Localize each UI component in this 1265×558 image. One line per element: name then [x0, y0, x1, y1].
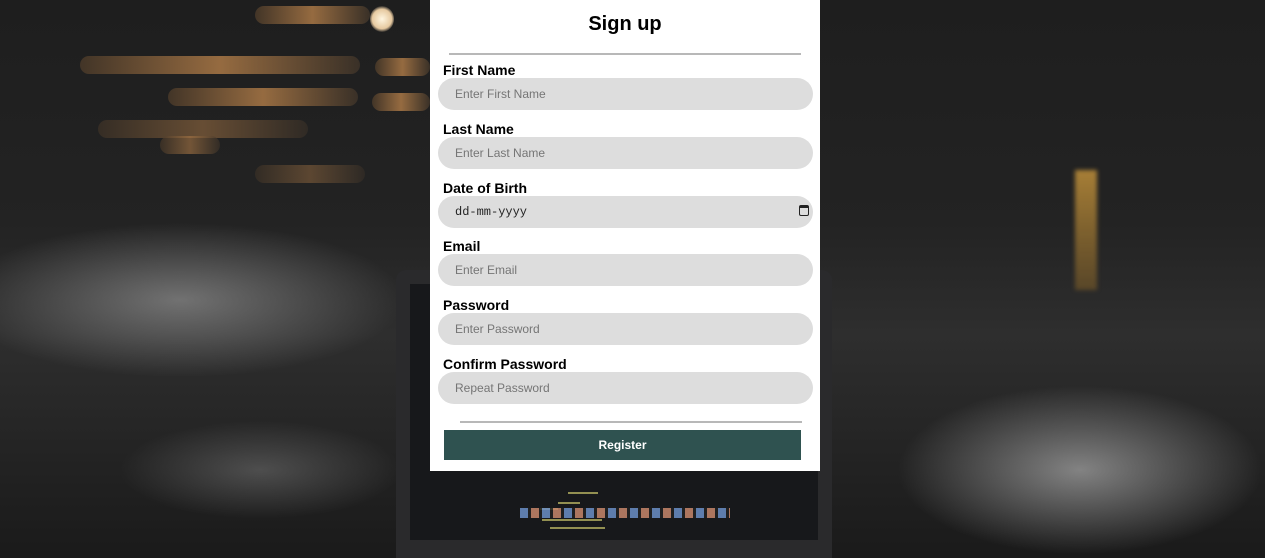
password-input[interactable]: Enter Password	[438, 313, 813, 345]
date-of-birth-input[interactable]: dd-mm-yyyy	[438, 196, 813, 228]
first-name-input[interactable]: Enter First Name	[438, 78, 813, 110]
top-divider	[449, 53, 801, 55]
date-placeholder: dd-mm-yyyy	[455, 205, 528, 219]
form-title: Sign up	[588, 13, 662, 35]
first-name-label: First Name	[443, 62, 516, 78]
email-label: Email	[443, 238, 481, 254]
email-input[interactable]: Enter Email	[438, 254, 813, 286]
bottom-divider	[460, 421, 802, 423]
signup-form: Sign up First Name Enter First Name Last…	[430, 0, 820, 471]
calendar-icon[interactable]	[799, 205, 809, 216]
register-button[interactable]: Register	[444, 430, 801, 460]
confirm-password-label: Confirm Password	[443, 356, 567, 372]
date-of-birth-label: Date of Birth	[443, 180, 527, 196]
last-name-label: Last Name	[443, 121, 514, 137]
last-name-input[interactable]: Enter Last Name	[438, 137, 813, 169]
confirm-password-input[interactable]: Repeat Password	[438, 372, 813, 404]
password-label: Password	[443, 297, 510, 313]
